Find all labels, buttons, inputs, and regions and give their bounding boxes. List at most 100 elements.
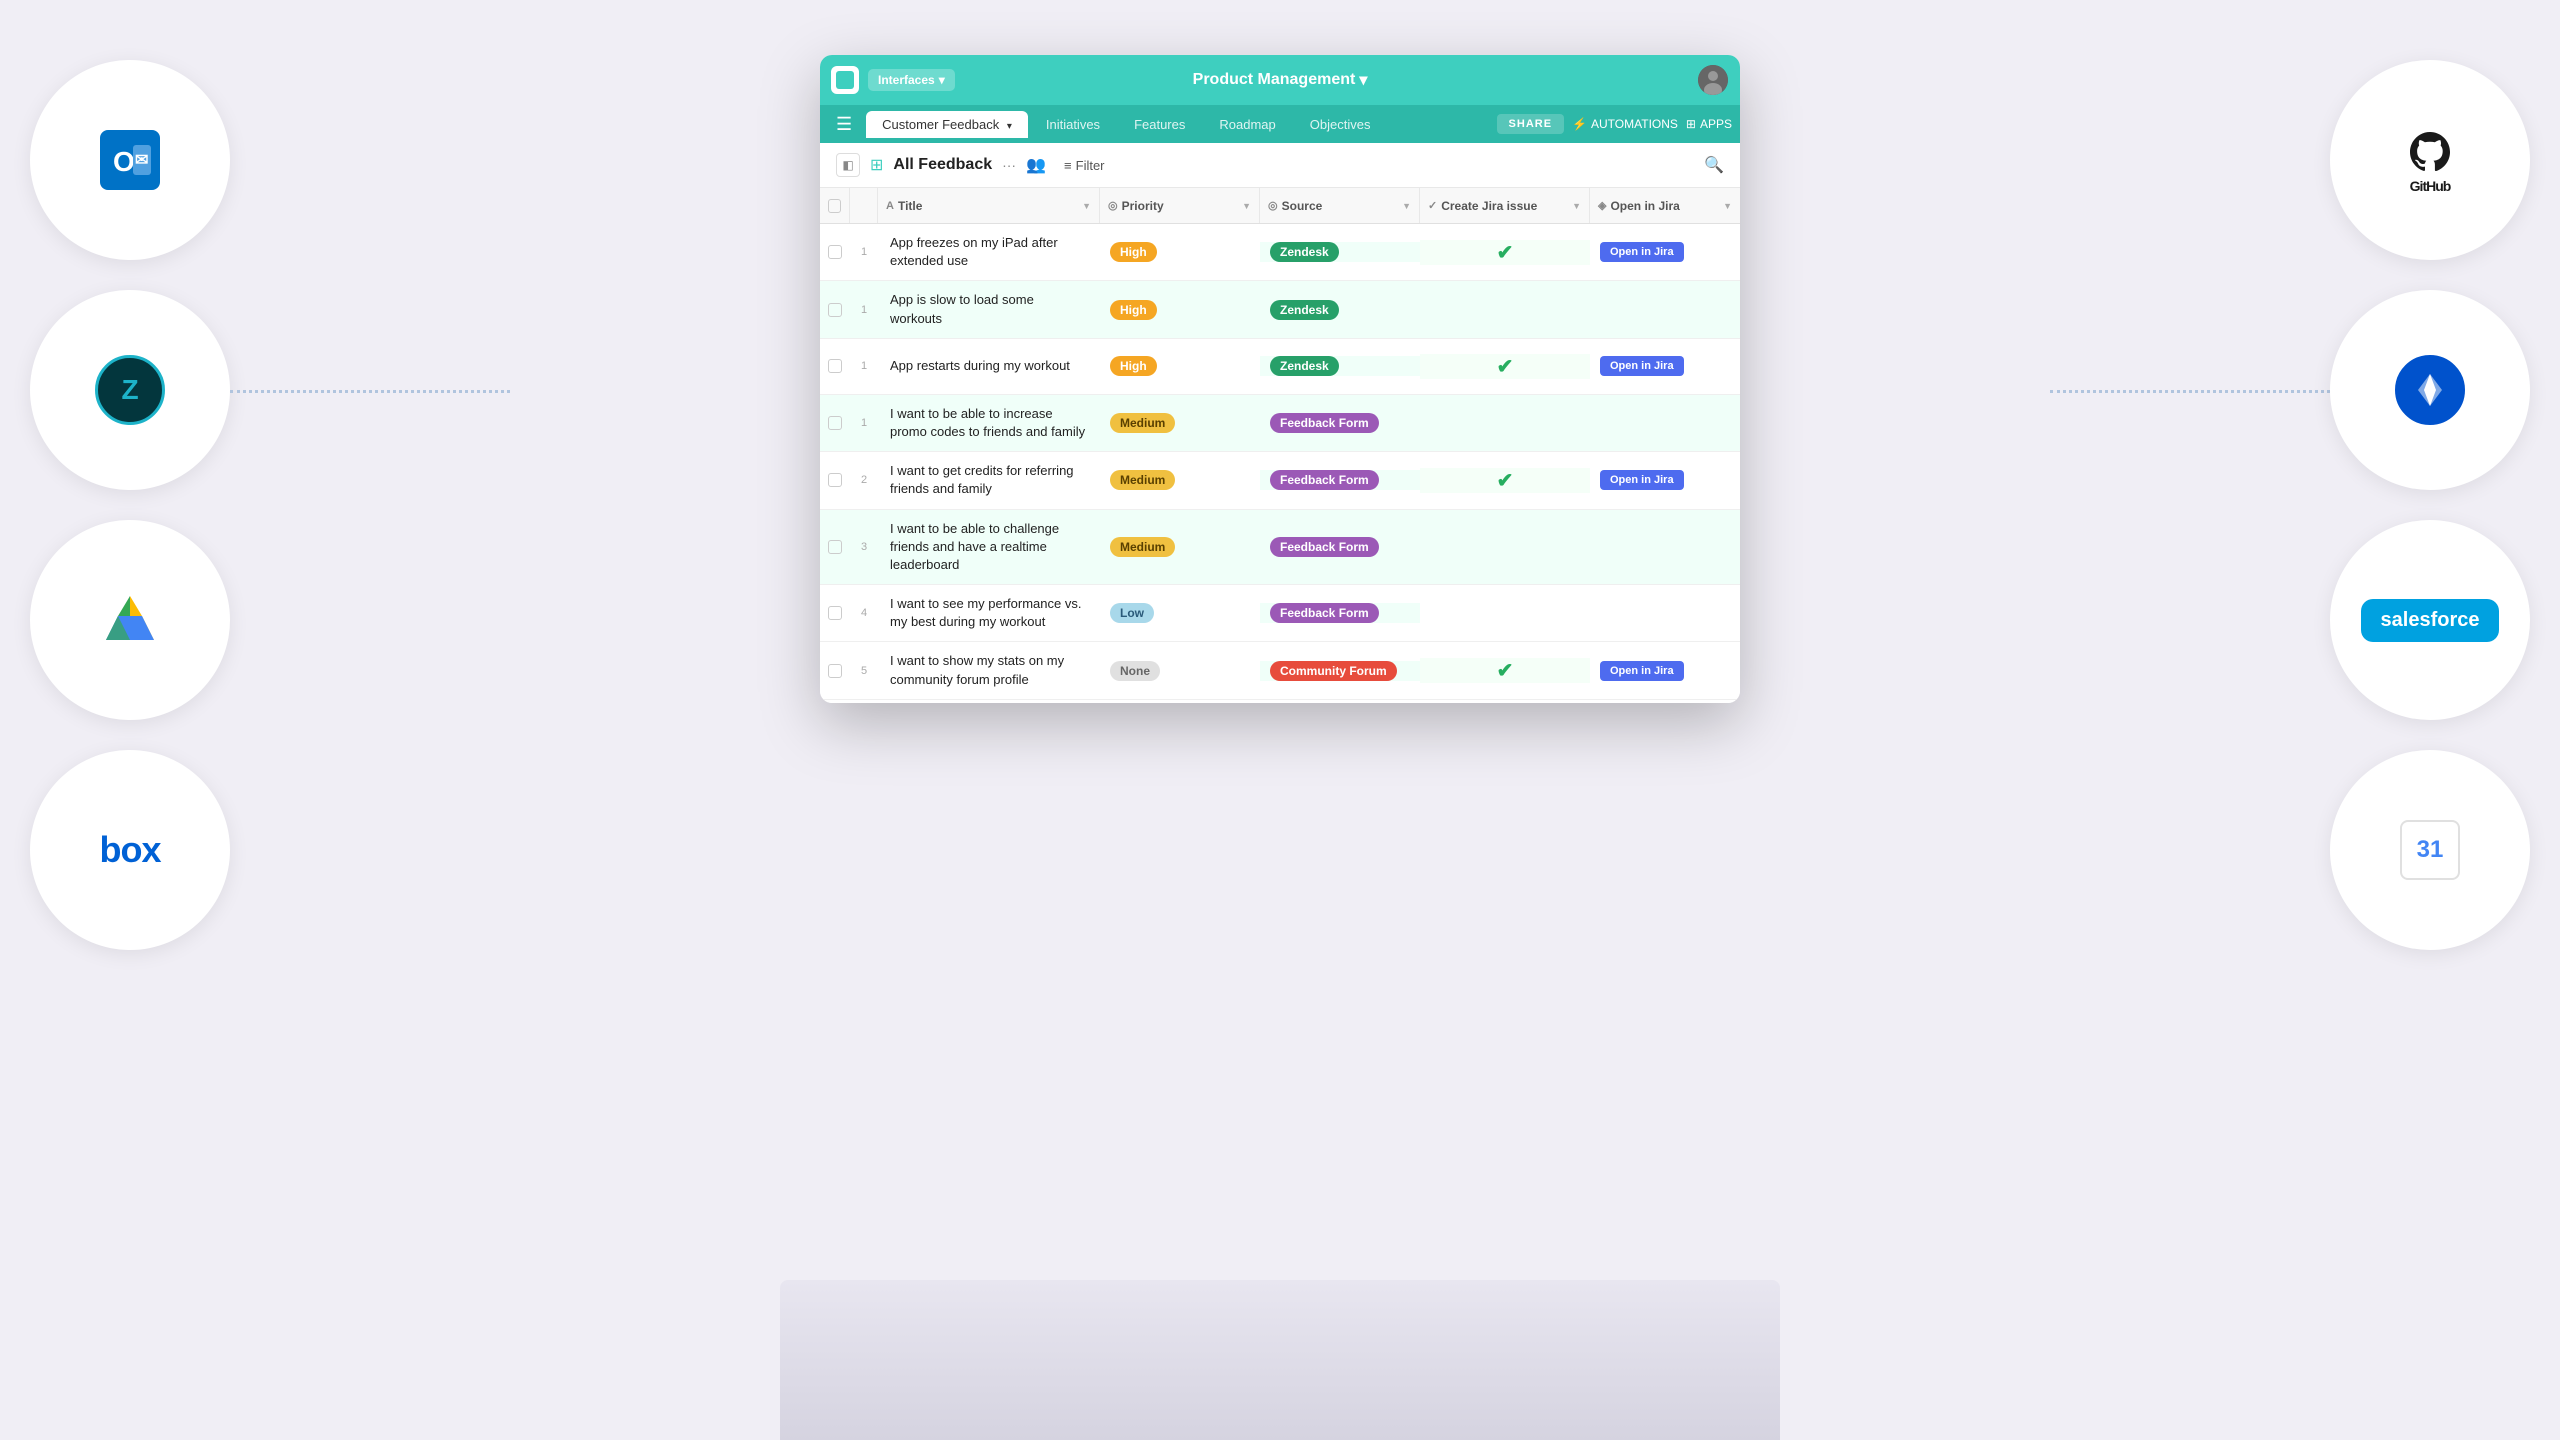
col-create-jira[interactable]: ✓ Create Jira issue ▼ [1420,188,1590,223]
title-sort-arrow: ▼ [1082,201,1091,211]
table-grid-icon: ⊞ [870,155,883,175]
row-checkbox[interactable] [820,245,850,259]
row-priority: Medium [1100,537,1260,557]
github-integration: GitHub [2330,60,2530,260]
col-priority[interactable]: ◎ Priority ▼ [1100,188,1260,223]
automations-button[interactable]: ⚡ AUTOMATIONS [1572,117,1678,131]
hamburger-menu[interactable]: ☰ [828,110,860,139]
row-jira-create[interactable]: ✔ [1420,658,1590,683]
table-row[interactable]: 5I want to show my stats on my community… [820,642,1740,699]
priority-col-label: Priority [1122,199,1164,213]
table-row[interactable]: 1I want to be able to increase promo cod… [820,395,1740,452]
jira-open-col-label: Open in Jira [1610,199,1679,213]
col-source[interactable]: ◎ Source ▼ [1260,188,1420,223]
collapse-button[interactable]: ◧ [836,153,860,177]
share-button[interactable]: SHARE [1497,114,1565,134]
row-jira-open[interactable]: Open in Jira [1590,661,1740,681]
user-avatar[interactable] [1698,65,1728,95]
apps-label: APPS [1700,117,1732,131]
people-icon[interactable]: 👥 [1026,155,1046,175]
row-jira-create[interactable]: ✔ [1420,240,1590,265]
filter-button[interactable]: ≡ Filter [1056,155,1112,176]
drive-integration [30,520,230,720]
table-row[interactable]: 3I want to be able to challenge friends … [820,510,1740,586]
priority-col-icon: ◎ [1108,199,1118,212]
col-open-jira[interactable]: ◈ Open in Jira ▼ [1590,188,1740,223]
row-jira-open[interactable]: Open in Jira [1590,470,1740,490]
row-title: App restarts during my workout [878,347,1100,385]
row-title: I want to be able to challenge friends a… [878,510,1100,585]
table-body: 1 App freezes on my iPad after extended u… [820,224,1740,700]
table-row[interactable]: 1App freezes on my iPad after extended u… [820,224,1740,281]
tab-roadmap[interactable]: Roadmap [1203,111,1291,138]
row-priority: None [1100,661,1260,681]
col-num [850,188,878,223]
svg-text:✉: ✉ [135,152,148,169]
row-checkbox[interactable] [820,359,850,373]
app-title-text: Product Management [1193,71,1356,89]
filter-label: Filter [1076,158,1105,173]
jira-open-sort-arrow: ▼ [1723,201,1732,211]
outlook-integration: O ✉ [30,60,230,260]
row-checkbox[interactable] [820,416,850,430]
app-window: Interfaces ▾ Product Management ▾ ☰ [820,55,1740,703]
row-title: I want to be able to increase promo code… [878,395,1100,451]
row-checkbox[interactable] [820,606,850,620]
source-col-icon: ◎ [1268,199,1278,212]
row-number: 1 [850,417,878,429]
tab-customer-feedback[interactable]: Customer Feedback ▾ [866,111,1028,138]
interfaces-badge[interactable]: Interfaces ▾ [868,69,955,91]
title-bar-actions [1698,65,1740,95]
tab-objectives[interactable]: Objectives [1294,111,1387,138]
apps-button[interactable]: ⊞ APPS [1686,117,1732,131]
app-title: Product Management ▾ [1193,70,1368,90]
table-row[interactable]: 1App restarts during my workoutHighZende… [820,339,1740,395]
tab-initiatives[interactable]: Initiatives [1030,111,1116,138]
table-row[interactable]: 2I want to get credits for referring fri… [820,452,1740,509]
row-jira-create[interactable]: ✔ [1420,468,1590,493]
jira-create-sort-arrow: ▼ [1572,201,1581,211]
search-button[interactable]: 🔍 [1704,155,1724,175]
row-number: 2 [850,474,878,486]
automations-icon: ⚡ [1572,117,1587,131]
row-title: App is slow to load some workouts [878,281,1100,337]
tab-arrow: ▾ [1007,121,1012,132]
drive-icon [98,588,163,653]
table-row[interactable]: 1App is slow to load some workoutsHighZe… [820,281,1740,338]
row-checkbox[interactable] [820,303,850,317]
col-checkbox [820,188,850,223]
table-options[interactable]: ··· [1002,157,1016,173]
priority-sort-arrow: ▼ [1242,201,1251,211]
row-checkbox[interactable] [820,540,850,554]
gcal-integration: 31 [2330,750,2530,950]
tab-features[interactable]: Features [1118,111,1201,138]
tab-initiatives-label: Initiatives [1046,117,1100,132]
row-source: Feedback Form [1260,537,1420,557]
row-checkbox[interactable] [820,664,850,678]
row-title: I want to see my performance vs. my best… [878,585,1100,641]
row-jira-open[interactable]: Open in Jira [1590,242,1740,262]
table-title: All Feedback [893,156,992,174]
row-number: 1 [850,304,878,316]
row-priority: High [1100,356,1260,376]
connection-line-right [2050,390,2330,393]
source-col-label: Source [1282,199,1323,213]
row-source: Feedback Form [1260,603,1420,623]
row-priority: High [1100,300,1260,320]
jira-create-col-icon: ✓ [1428,199,1437,212]
zendesk-icon: Z [95,355,165,425]
row-source: Zendesk [1260,242,1420,262]
row-source: Zendesk [1260,356,1420,376]
salesforce-integration: salesforce [2330,520,2530,720]
connection-line-left [230,390,510,393]
box-icon: box [99,829,160,871]
row-jira-open[interactable]: Open in Jira [1590,356,1740,376]
row-title: App freezes on my iPad after extended us… [878,224,1100,280]
row-checkbox[interactable] [820,473,850,487]
row-number: 1 [850,360,878,372]
interfaces-arrow: ▾ [939,73,945,87]
row-jira-create[interactable]: ✔ [1420,354,1590,379]
col-title[interactable]: A Title ▼ [878,188,1100,223]
select-all-checkbox[interactable] [828,199,841,213]
table-row[interactable]: 4I want to see my performance vs. my bes… [820,585,1740,642]
